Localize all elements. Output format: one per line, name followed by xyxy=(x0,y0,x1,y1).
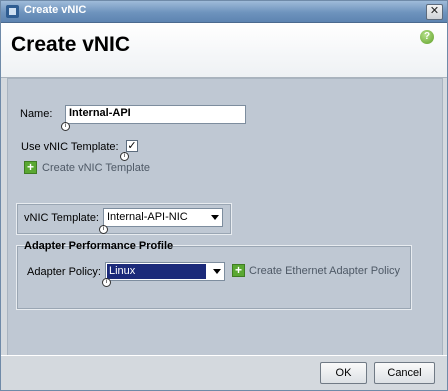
info-icon: i xyxy=(102,278,111,287)
info-icon: i xyxy=(99,225,108,234)
create-ethernet-adapter-policy-link[interactable]: Create Ethernet Adapter Policy xyxy=(249,265,400,277)
help-icon[interactable]: ? xyxy=(420,30,434,44)
use-template-label: Use vNIC Template: xyxy=(21,141,119,153)
vnic-template-label: vNIC Template: xyxy=(24,212,99,224)
form-panel: Name: Internal-API i Use vNIC Template: … xyxy=(7,78,443,356)
create-vnic-template-link[interactable]: Create vNIC Template xyxy=(42,162,150,174)
vnic-template-value: Internal-API-NIC xyxy=(107,211,188,223)
window-title: Create vNIC xyxy=(24,4,87,16)
app-icon xyxy=(6,5,19,18)
dialog-header: Create vNIC ? xyxy=(1,23,447,78)
page-title: Create vNIC xyxy=(11,33,131,56)
vnic-template-select[interactable]: Internal-API-NIC xyxy=(103,208,223,227)
info-icon: i xyxy=(61,122,70,131)
cancel-button[interactable]: Cancel xyxy=(374,362,435,384)
chevron-down-icon xyxy=(211,215,219,220)
create-vnic-dialog: Create vNIC ✕ Create vNIC ? Name: Intern… xyxy=(0,0,448,391)
close-icon[interactable]: ✕ xyxy=(426,4,443,20)
ok-button[interactable]: OK xyxy=(320,362,367,384)
adapter-policy-value: Linux xyxy=(107,264,206,279)
use-template-checkbox[interactable]: ✓ xyxy=(126,140,138,152)
chevron-down-icon xyxy=(213,269,221,274)
name-input[interactable]: Internal-API xyxy=(65,105,246,124)
info-icon: i xyxy=(120,152,129,161)
title-bar[interactable]: Create vNIC ✕ xyxy=(1,1,447,23)
name-label: Name: xyxy=(20,108,53,120)
add-icon[interactable]: + xyxy=(24,161,37,174)
adapter-group-title: Adapter Performance Profile xyxy=(24,240,174,252)
dialog-footer: OK Cancel xyxy=(1,355,447,390)
adapter-policy-select[interactable]: Linux xyxy=(105,262,225,281)
adapter-policy-label: Adapter Policy: xyxy=(27,266,101,278)
add-icon[interactable]: + xyxy=(232,264,245,277)
